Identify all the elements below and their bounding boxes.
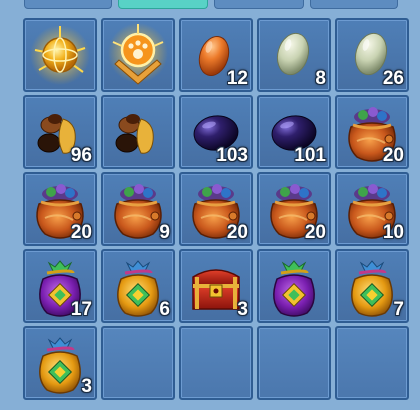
item-count: 12	[226, 68, 248, 89]
inventory-slot[interactable]	[257, 249, 331, 323]
inventory-slot[interactable]: 103	[179, 95, 253, 169]
item-count: 6	[159, 299, 170, 320]
inventory-slot[interactable]: 20	[23, 172, 97, 246]
item-count: 20	[70, 222, 92, 243]
item-count: 8	[315, 68, 326, 89]
item-count: 101	[294, 145, 326, 166]
item-count: 103	[216, 145, 248, 166]
item-count: 26	[382, 68, 404, 89]
empty-inventory-slot[interactable]	[179, 326, 253, 400]
inventory-slot[interactable]: 20	[179, 172, 253, 246]
inventory-slot[interactable]	[23, 18, 97, 92]
golden-orb-icon	[30, 25, 90, 85]
tab-4[interactable]	[310, 0, 398, 9]
inventory-slot[interactable]: 20	[335, 95, 409, 169]
item-count: 17	[70, 299, 92, 320]
inventory-slot[interactable]	[101, 18, 175, 92]
tab-1[interactable]	[24, 0, 112, 9]
item-count: 3	[81, 376, 92, 397]
item-count: 10	[382, 222, 404, 243]
inventory-slot[interactable]: 9	[101, 172, 175, 246]
item-count: 3	[237, 299, 248, 320]
inventory-slot[interactable]: 6	[101, 249, 175, 323]
top-tabs	[0, 0, 420, 10]
empty-inventory-slot[interactable]	[101, 326, 175, 400]
seeds-icon	[115, 114, 154, 154]
inventory-slot[interactable]: 10	[335, 172, 409, 246]
inventory-slot[interactable]: 20	[257, 172, 331, 246]
item-count: 20	[382, 145, 404, 166]
item-count: 20	[226, 222, 248, 243]
tab-2-active[interactable]	[118, 0, 208, 9]
item-count: 20	[304, 222, 326, 243]
item-count: 9	[159, 222, 170, 243]
inventory-slot[interactable]: 8	[257, 18, 331, 92]
inventory-slot[interactable]: 96	[23, 95, 97, 169]
item-count: 96	[70, 145, 92, 166]
purple-pouch-icon	[273, 260, 315, 317]
inventory-slot[interactable]: 101	[257, 95, 331, 169]
empty-inventory-slot[interactable]	[335, 326, 409, 400]
inventory-slot[interactable]: 26	[335, 18, 409, 92]
inventory-slot[interactable]: 17	[23, 249, 97, 323]
tab-3[interactable]	[214, 0, 304, 9]
inventory-slot[interactable]	[101, 95, 175, 169]
item-count: 7	[393, 299, 404, 320]
paw-emblem-icon	[108, 23, 168, 85]
inventory-grid: 12 8 26 96 103 101 20 20 9 20 20 10 17 6…	[23, 18, 409, 400]
inventory-slot[interactable]: 12	[179, 18, 253, 92]
inventory-slot[interactable]: 7	[335, 249, 409, 323]
inventory-slot[interactable]: 3	[23, 326, 97, 400]
inventory-slot[interactable]: 3	[179, 249, 253, 323]
empty-inventory-slot[interactable]	[257, 326, 331, 400]
